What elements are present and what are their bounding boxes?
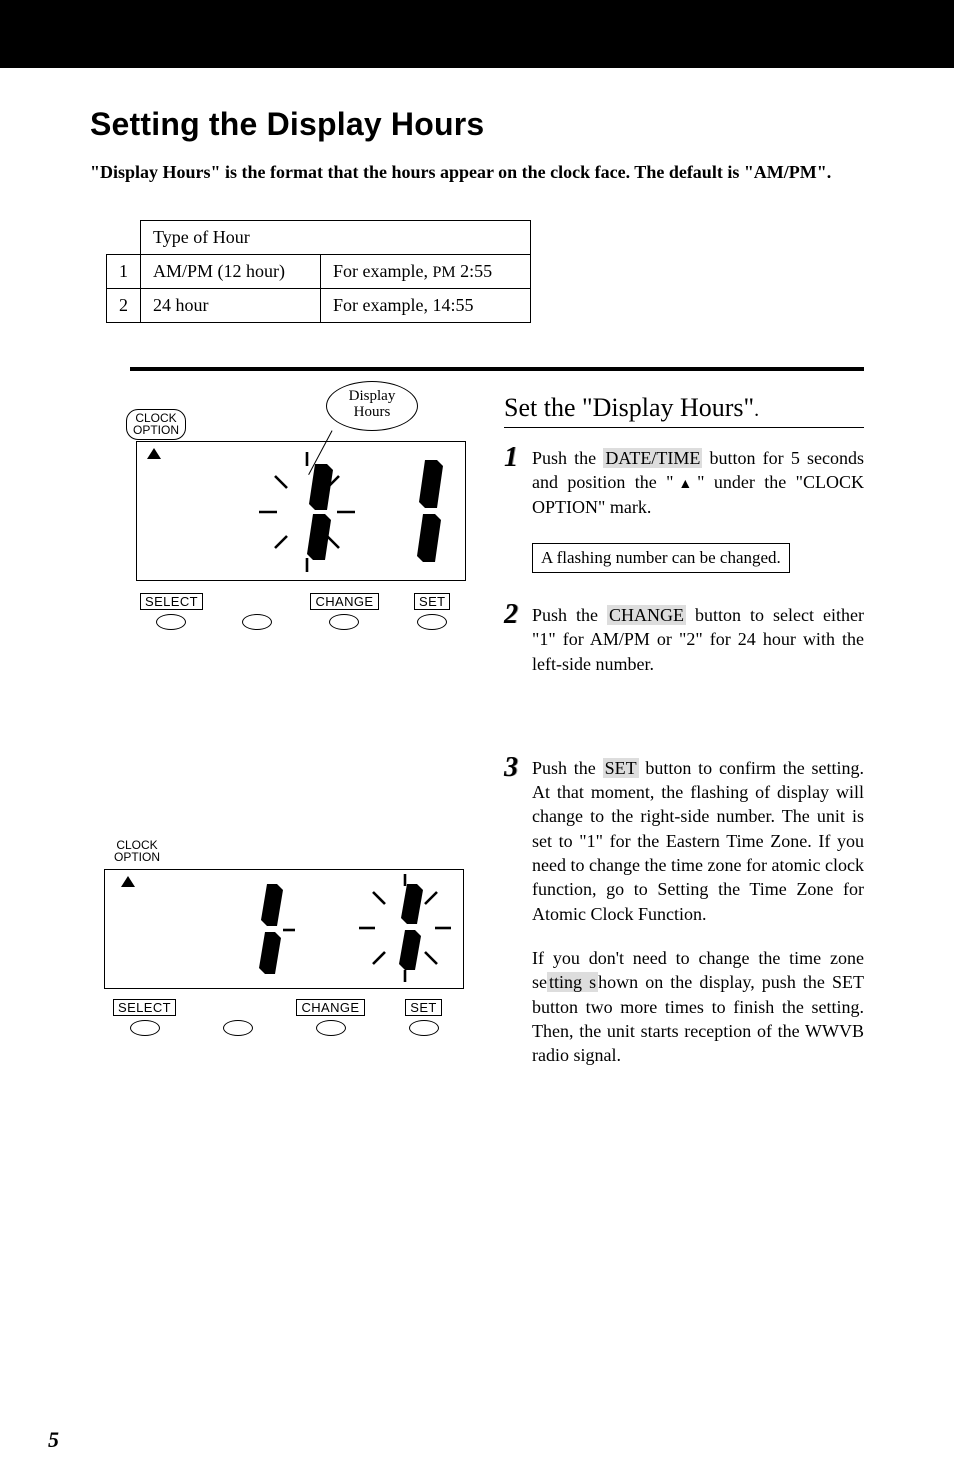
- up-triangle-icon: ▲: [674, 477, 698, 492]
- title-underline: [504, 427, 864, 428]
- page-number: 5: [48, 1427, 59, 1453]
- seven-seg-left-1: [235, 880, 295, 980]
- change-button[interactable]: CHANGE: [310, 593, 378, 631]
- clock-option-label: CLOCK OPTION: [126, 409, 186, 440]
- seven-seg-right-1: [387, 452, 457, 572]
- clock-diagram-1: Display Hours CLOCK OPTION: [98, 393, 478, 653]
- select-button[interactable]: SELECT: [110, 999, 179, 1037]
- set-button[interactable]: SET: [403, 593, 462, 631]
- intro-text: "Display Hours" is the format that the h…: [90, 161, 864, 184]
- cursor-triangle-icon: [147, 448, 161, 459]
- page-title: Setting the Display Hours: [90, 106, 864, 143]
- step-number-icon: 1: [504, 444, 526, 472]
- section-divider: [130, 367, 864, 371]
- step-1: 1 Push the DATE/TIME button for 5 second…: [504, 446, 864, 519]
- flashing-note: A flashing number can be changed.: [532, 543, 790, 573]
- date-time-button-ref: DATE/TIME: [603, 448, 702, 468]
- step-number-icon: 2: [504, 601, 526, 629]
- top-black-bar: [0, 0, 954, 68]
- table-row: 2 24 hour For example, 14:55: [107, 288, 531, 322]
- step-2: 2 Push the CHANGE button to select eithe…: [504, 603, 864, 676]
- unlabeled-button[interactable]: X: [203, 999, 272, 1037]
- clock-option-label: CLOCK OPTION: [114, 839, 160, 864]
- hour-type-table: Type of Hour 1 AM/PM (12 hour) For examp…: [106, 220, 531, 323]
- display-hours-callout: Display Hours: [326, 381, 418, 431]
- step-number-icon: 3: [504, 754, 526, 782]
- step-3: 3 Push the SET button to confirm the set…: [504, 756, 864, 926]
- change-button-ref: CHANGE: [607, 605, 686, 625]
- unlabeled-button[interactable]: X: [227, 593, 286, 631]
- followup-paragraph: If you don't need to change the time zon…: [532, 946, 864, 1067]
- set-button-ref: SET: [603, 758, 639, 778]
- seven-seg-left-1: [237, 452, 377, 572]
- clock-diagram-2: CLOCK OPTION: [98, 843, 478, 1043]
- table-row: 1 AM/PM (12 hour) For example, PM 2:55: [107, 254, 531, 288]
- set-button[interactable]: SET: [389, 999, 458, 1037]
- seven-seg-right-1: [345, 874, 465, 984]
- cursor-triangle-icon: [121, 876, 135, 887]
- table-header: Type of Hour: [141, 220, 531, 254]
- instructions-title: Set the "Display Hours".: [504, 393, 864, 423]
- change-button[interactable]: CHANGE: [296, 999, 365, 1037]
- select-button[interactable]: SELECT: [140, 593, 203, 631]
